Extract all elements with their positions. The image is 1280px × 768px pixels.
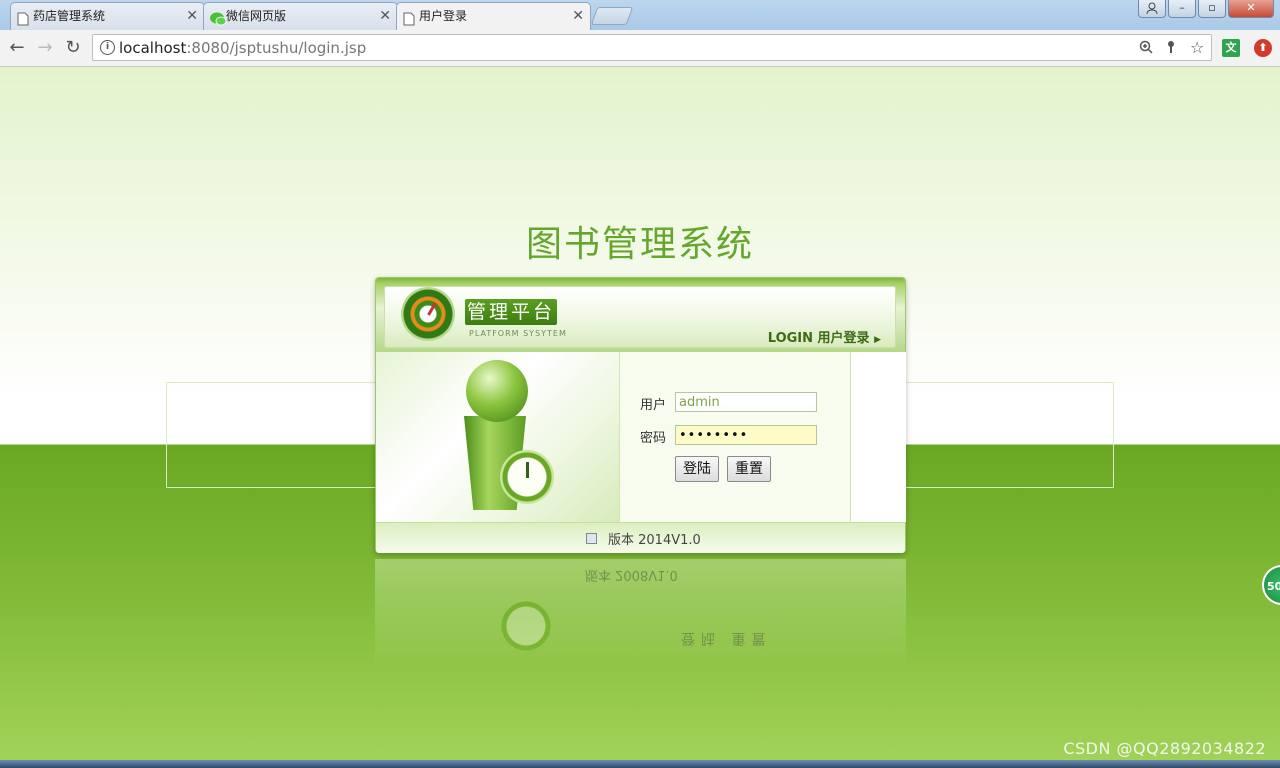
- close-icon[interactable]: ✕: [186, 3, 198, 29]
- user-clock-illustration: [376, 352, 620, 522]
- window-close-button[interactable]: ✕: [1228, 0, 1274, 18]
- wechat-icon: [210, 9, 227, 26]
- username-label: 用户: [640, 398, 667, 413]
- tab-strip: 药店管理系统 ✕ 微信网页版 ✕ 用户登录 ✕ – ▫ ✕: [0, 0, 1280, 30]
- clock-icon: [500, 450, 554, 504]
- new-tab-button[interactable]: [590, 7, 634, 25]
- login-page: 图书管理系统 管理平台 PLATFORM SYSYTEM LOGIN 用户登录 …: [0, 67, 1280, 768]
- star-icon[interactable]: ☆: [1190, 38, 1204, 57]
- profile-icon[interactable]: [1138, 0, 1166, 18]
- password-input[interactable]: [675, 425, 817, 445]
- upload-extension-icon[interactable]: ⬆: [1254, 39, 1272, 57]
- window-controls: – ▫ ✕: [1138, 0, 1274, 18]
- document-icon: [586, 533, 597, 544]
- minimize-button[interactable]: –: [1168, 0, 1196, 18]
- zoom-icon[interactable]: [1139, 40, 1153, 58]
- reset-button[interactable]: 重置: [727, 456, 771, 482]
- maximize-button[interactable]: ▫: [1198, 0, 1226, 18]
- login-panel: 管理平台 PLATFORM SYSYTEM LOGIN 用户登录 ▶ 用户 ad…: [375, 277, 906, 553]
- os-taskbar: [0, 760, 1280, 768]
- close-icon[interactable]: ✕: [379, 3, 391, 29]
- brand-title: 管理平台: [465, 299, 557, 325]
- back-arrow-icon[interactable]: ←: [6, 37, 28, 59]
- form-side-strip: [850, 352, 906, 522]
- frame-line-right: [1113, 382, 1114, 488]
- brand-subtitle: PLATFORM SYSYTEM: [469, 329, 567, 338]
- page-title: 图书管理系统: [525, 224, 754, 265]
- url-host: localhost: [119, 39, 187, 57]
- url-path: :8080/jsptushu/login.jsp: [186, 39, 367, 57]
- username-input[interactable]: [675, 392, 817, 412]
- url-text: localhost:8080/jsptushu/login.jsp: [119, 39, 366, 57]
- tab-label: 药店管理系统: [33, 9, 106, 23]
- login-button[interactable]: 登陆: [675, 456, 719, 482]
- watermark: CSDN @QQ2892034822: [1063, 739, 1266, 758]
- tab-wechat[interactable]: 微信网页版 ✕: [203, 2, 398, 30]
- forward-arrow-icon[interactable]: →: [34, 37, 56, 59]
- reflection-buttons-text: 登陆 重置: [681, 630, 772, 646]
- figure-head-icon: [466, 360, 528, 422]
- login-heading: LOGIN 用户登录 ▶: [768, 327, 881, 346]
- panel-body: 用户 密码 登陆 重置: [376, 352, 906, 522]
- page-icon: [403, 9, 417, 26]
- reload-icon[interactable]: ↻: [62, 37, 84, 59]
- panel-header: 管理平台 PLATFORM SYSYTEM LOGIN 用户登录 ▶: [376, 278, 905, 352]
- browser-toolbar: ← → ↻ i localhost:8080/jsptushu/login.js…: [0, 30, 1280, 67]
- floating-speed-badge[interactable]: 50: [1262, 565, 1280, 605]
- password-label: 密码: [640, 431, 667, 446]
- frame-line-left: [166, 382, 167, 488]
- login-form: 用户 密码 登陆 重置: [620, 352, 850, 522]
- address-bar[interactable]: i localhost:8080/jsptushu/login.jsp ☆: [92, 34, 1212, 61]
- tab-pharmacy[interactable]: 药店管理系统 ✕: [10, 2, 205, 30]
- panel-reflection: 版本 2008V1.0 登陆 重置: [375, 559, 906, 669]
- panel-header-inner: 管理平台 PLATFORM SYSYTEM LOGIN 用户登录 ▶: [384, 286, 896, 348]
- tab-user-login[interactable]: 用户登录 ✕: [396, 2, 591, 30]
- page-icon: [17, 9, 31, 26]
- triangle-right-icon: ▶: [874, 335, 881, 345]
- version-text: 版本 2014V1.0: [608, 533, 701, 548]
- tab-label: 微信网页版: [226, 9, 287, 23]
- gauge-logo-icon: [401, 287, 455, 341]
- panel-footer: 版本 2014V1.0: [376, 522, 905, 553]
- reflection-version-text: 版本 2008V1.0: [585, 567, 678, 582]
- tab-label: 用户登录: [419, 9, 468, 23]
- login-heading-text: LOGIN 用户登录: [767, 331, 870, 346]
- reflection-clock-icon: [499, 599, 553, 653]
- key-icon[interactable]: [1166, 40, 1176, 58]
- info-icon[interactable]: i: [100, 40, 115, 55]
- translate-extension-icon[interactable]: 文: [1222, 39, 1240, 57]
- close-icon[interactable]: ✕: [572, 3, 584, 29]
